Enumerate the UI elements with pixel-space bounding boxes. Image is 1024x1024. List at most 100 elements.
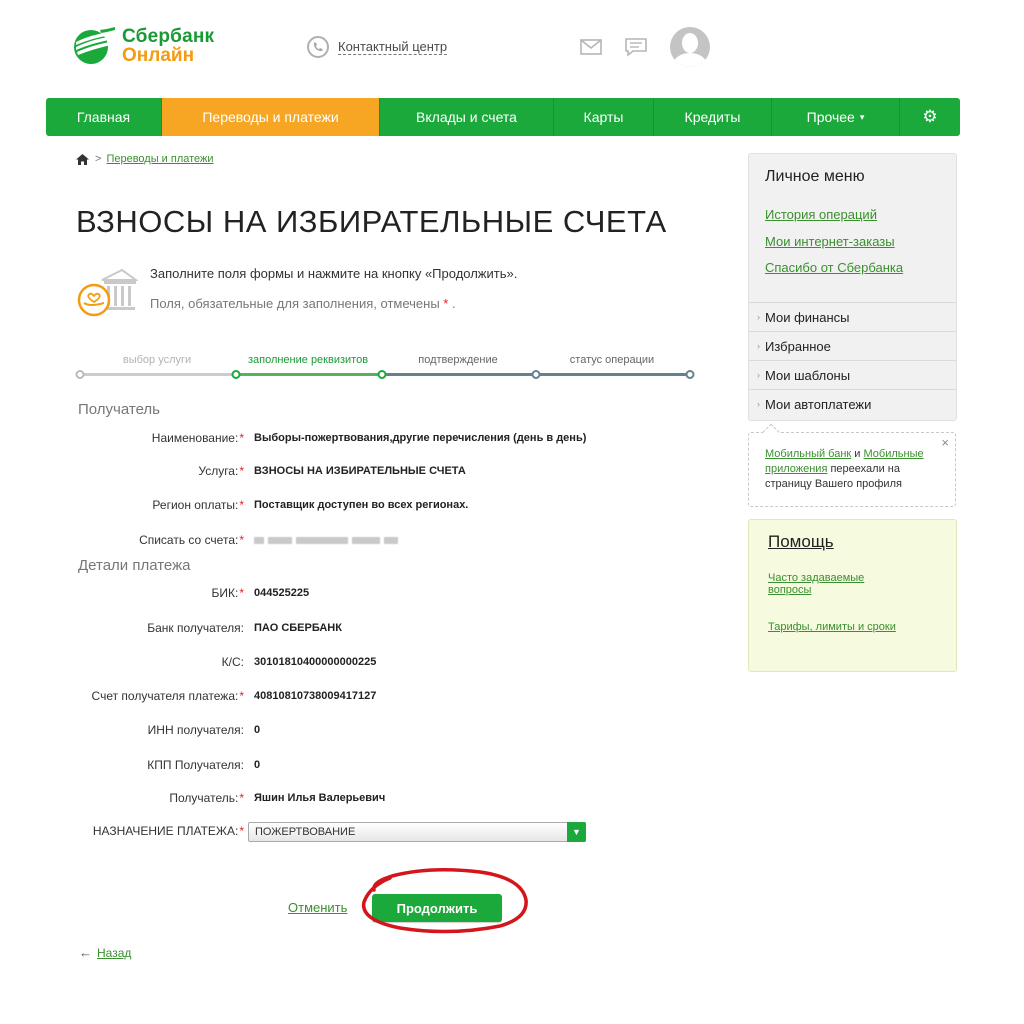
- nav-home[interactable]: Главная: [46, 98, 162, 136]
- continue-button[interactable]: Продолжить: [372, 894, 502, 922]
- nav-transfers-payments[interactable]: Переводы и платежи: [162, 98, 380, 136]
- menu-item-label: Мои автоплатежи: [765, 396, 872, 412]
- chevron-down-icon[interactable]: ▼: [567, 822, 586, 842]
- required-mark: *: [443, 296, 449, 311]
- field-correspondent-account: К/С: 30101810400000000225: [60, 653, 660, 671]
- field-label: КПП Получателя:: [147, 758, 244, 772]
- field-label: БИК:: [211, 586, 239, 600]
- field-label: Счет получателя платежа:: [91, 689, 239, 703]
- field-region: Регион оплаты:* Поставщик доступен во вс…: [60, 496, 660, 514]
- menu-item-favorites[interactable]: › Избранное: [749, 331, 956, 360]
- nav-deposits[interactable]: Вклады и счета: [380, 98, 554, 136]
- bank-building-icon: [77, 268, 138, 317]
- nav-more-label: Прочее: [806, 109, 855, 125]
- cancel-link[interactable]: Отменить: [288, 900, 347, 915]
- required-note-suffix: .: [451, 296, 456, 311]
- step-dot: [75, 370, 85, 379]
- menu-item-label: Избранное: [765, 338, 831, 354]
- required-mark: *: [239, 586, 244, 600]
- nav-settings[interactable]: ⚙: [900, 98, 960, 136]
- nav-cards[interactable]: Карты: [554, 98, 654, 136]
- chevron-right-icon: ›: [757, 312, 760, 322]
- gear-icon: ⚙: [922, 107, 938, 126]
- field-bank: Банк получателя: ПАО СБЕРБАНК: [60, 619, 660, 637]
- field-label: Наименование:: [151, 431, 239, 445]
- field-recipient-account: Счет получателя платежа:* 40810810738009…: [60, 687, 660, 705]
- link-faq[interactable]: Часто задаваемые вопросы: [768, 572, 898, 596]
- field-value: Поставщик доступен во всех регионах.: [254, 499, 469, 511]
- nav-credits[interactable]: Кредиты: [654, 98, 772, 136]
- field-value: 40810810738009417127: [254, 690, 377, 702]
- field-value: ПАО СБЕРБАНК: [254, 622, 342, 634]
- field-debit-account[interactable]: Списать со счета:*: [60, 531, 660, 549]
- chevron-right-icon: ›: [757, 370, 760, 380]
- chevron-down-icon: ▾: [859, 111, 865, 122]
- step-dot: [231, 370, 241, 379]
- link-internet-orders[interactable]: Мои интернет-заказы: [765, 234, 895, 249]
- step-operation-status: статус операции: [569, 354, 655, 366]
- required-note-text: Поля, обязательные для заполнения, отмеч…: [150, 296, 440, 311]
- required-fields-note: Поля, обязательные для заполнения, отмеч…: [150, 296, 456, 311]
- select-value: ПОЖЕРТВОВАНИЕ: [255, 826, 356, 838]
- personal-menu: Личное меню История операций Мои интерне…: [748, 153, 957, 421]
- field-label: Списать со счета:: [139, 533, 239, 547]
- nav-more[interactable]: Прочее ▾: [772, 98, 900, 136]
- home-icon[interactable]: [76, 153, 89, 165]
- field-label: Банк получателя:: [147, 621, 244, 635]
- field-service: Услуга:* ВЗНОСЫ НА ИЗБИРАТЕЛЬНЫЕ СЧЕТА: [60, 462, 660, 480]
- close-icon[interactable]: ×: [941, 435, 949, 450]
- sberbank-logo-icon: [74, 27, 115, 64]
- mobile-apps-notice: × Мобильный банк и Мобильные приложения …: [748, 423, 956, 507]
- step-select-service: выбор услуги: [122, 354, 192, 366]
- link-tariffs[interactable]: Тарифы, лимиты и сроки: [768, 621, 898, 633]
- nav-transfers-label: Переводы и платежи: [202, 109, 339, 125]
- step-dot: [377, 370, 387, 379]
- nav-cards-label: Карты: [583, 109, 624, 125]
- field-label: К/С:: [221, 655, 244, 669]
- field-label: ИНН получателя:: [147, 723, 244, 737]
- field-name: Наименование:* Выборы-пожертвования,друг…: [60, 429, 660, 447]
- step-dot: [531, 370, 541, 379]
- sberbank-logo[interactable]: Сбербанк Онлайн: [70, 24, 214, 68]
- form-instruction: Заполните поля формы и нажмите на кнопку…: [150, 266, 518, 281]
- step-track-current: [236, 373, 382, 376]
- field-inn: ИНН получателя: 0: [60, 721, 660, 739]
- breadcrumb-separator: >: [95, 153, 102, 165]
- menu-item-templates[interactable]: › Мои шаблоны: [749, 360, 956, 389]
- section-recipient: Получатель: [78, 401, 160, 418]
- chevron-right-icon: ›: [757, 399, 760, 409]
- step-fill-details: заполнение реквизитов: [247, 354, 369, 366]
- field-label: НАЗНАЧЕНИЕ ПЛАТЕЖА:: [92, 824, 239, 838]
- field-value: ВЗНОСЫ НА ИЗБИРАТЕЛЬНЫЕ СЧЕТА: [254, 465, 466, 477]
- page-title: ВЗНОСЫ НА ИЗБИРАТЕЛЬНЫЕ СЧЕТА: [76, 204, 667, 239]
- field-value: 044525225: [254, 587, 310, 599]
- field-value: 0: [254, 724, 261, 736]
- link-spasibo[interactable]: Спасибо от Сбербанка: [765, 260, 903, 275]
- menu-item-label: Мои финансы: [765, 309, 850, 325]
- nav-home-label: Главная: [76, 109, 131, 125]
- required-mark: *: [239, 533, 244, 547]
- link-mobile-bank[interactable]: Мобильный банк: [765, 448, 851, 460]
- progress-steps: выбор услуги заполнение реквизитов подтв…: [75, 354, 696, 384]
- field-value: Выборы-пожертвования,другие перечисления…: [254, 432, 587, 444]
- back-nav: ← Назад: [79, 945, 131, 960]
- required-mark: *: [239, 498, 244, 512]
- notice-text: и: [851, 448, 864, 460]
- menu-item-finances[interactable]: › Мои финансы: [749, 302, 956, 331]
- field-value: 30101810400000000225: [254, 656, 377, 668]
- breadcrumb-link-transfers[interactable]: Переводы и платежи: [106, 153, 213, 165]
- chat-icon[interactable]: [624, 37, 648, 57]
- payment-purpose-select[interactable]: ПОЖЕРТВОВАНИЕ ▼: [248, 822, 586, 842]
- blurred-account-value: [246, 534, 402, 546]
- menu-item-autopayments[interactable]: › Мои автоплатежи: [749, 389, 956, 418]
- mail-icon[interactable]: [580, 39, 602, 55]
- breadcrumb: > Переводы и платежи: [76, 153, 214, 165]
- contact-center-link[interactable]: Контактный центр: [338, 39, 448, 55]
- user-avatar[interactable]: [670, 27, 710, 67]
- chevron-right-icon: ›: [757, 341, 760, 351]
- help-title[interactable]: Помощь: [768, 532, 834, 552]
- link-operations-history[interactable]: История операций: [765, 207, 877, 222]
- required-mark: *: [239, 464, 244, 478]
- logo-subtitle: Онлайн: [122, 45, 195, 66]
- back-link[interactable]: Назад: [97, 946, 131, 960]
